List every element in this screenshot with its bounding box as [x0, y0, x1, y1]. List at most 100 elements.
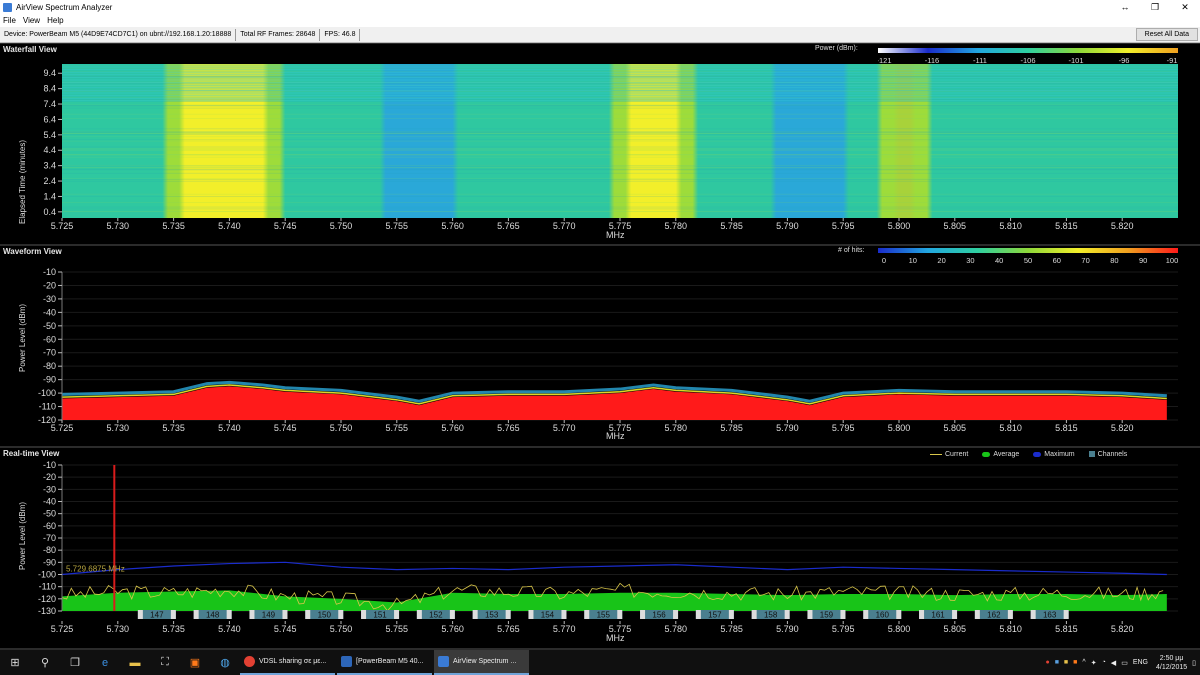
waterfall-xtick-label: 5.745 — [274, 221, 297, 231]
channel-edge — [673, 610, 679, 619]
realtime-ytick-label: -120 — [38, 594, 56, 604]
waterfall-noise-row — [62, 118, 1178, 119]
channel-edge — [394, 610, 400, 619]
tray-keyboard-icon[interactable]: ▭ — [1121, 659, 1128, 667]
realtime-xtick-label: 5.730 — [107, 624, 130, 634]
close-button[interactable]: ✕ — [1170, 0, 1200, 14]
realtime-ytick-label: -20 — [43, 472, 56, 482]
tray-expand-icon[interactable]: ^ — [1082, 659, 1085, 666]
waterfall-noise-row — [62, 149, 1178, 150]
waterfall-noise-row — [62, 172, 1178, 174]
taskbar-app-powerbeam[interactable]: [PowerBeam M5 40... — [337, 650, 432, 675]
folder-icon[interactable]: ▬ — [120, 650, 150, 675]
waveform-xtick-label: 5.790 — [776, 423, 799, 433]
clock-time: 2:50 μμ — [1159, 654, 1184, 662]
reset-all-data-button[interactable]: Reset All Data — [1135, 28, 1198, 41]
tray-network-icon[interactable]: ◔ — [1102, 659, 1106, 666]
waterfall-noise-row — [62, 132, 1178, 134]
waveform-xtick-label: 5.755 — [386, 423, 409, 433]
realtime-xtick-label: 5.805 — [944, 624, 967, 634]
waveform-ytick-label: -10 — [43, 267, 56, 277]
waterfall-noise-row — [62, 156, 1178, 158]
waterfall-xtick-label: 5.770 — [553, 221, 576, 231]
app-icon — [3, 2, 12, 12]
channel-label: 150 — [318, 611, 332, 620]
search-icon[interactable]: ⚲ — [30, 650, 60, 675]
waterfall-xtick-label: 5.755 — [386, 221, 409, 231]
restore-button[interactable]: ❐ — [1140, 0, 1170, 14]
resize-button[interactable]: ↔ — [1110, 0, 1140, 14]
tray-bluetooth-icon[interactable]: ✦ — [1091, 659, 1097, 667]
waterfall-noise-row — [62, 179, 1178, 180]
taskbar-app-airview-label: AirView Spectrum ... — [453, 658, 517, 665]
channel-label: 157 — [708, 611, 722, 620]
waveform-xtick-label: 5.780 — [665, 423, 688, 433]
taskbar-app-airview[interactable]: AirView Spectrum ... — [434, 650, 529, 675]
waterfall-noise-row — [62, 196, 1178, 197]
waterfall-noise-row — [62, 139, 1178, 141]
realtime-ytick-label: -110 — [39, 582, 56, 592]
waterfall-noise-row — [62, 105, 1178, 106]
waveform-xtick-label: 5.820 — [1111, 423, 1134, 433]
waterfall-noise-row — [62, 178, 1178, 180]
realtime-xtick-label: 5.755 — [386, 624, 409, 634]
realtime-xtick-label: 5.810 — [999, 624, 1022, 634]
menu-help[interactable]: Help — [47, 16, 63, 25]
channel-label: 161 — [931, 611, 945, 620]
waveform-ytick-label: -50 — [43, 321, 56, 331]
channel-edge — [617, 610, 623, 619]
mi-icon[interactable]: ▣ — [180, 650, 210, 675]
store-icon[interactable]: ⛶ — [150, 650, 180, 675]
tray-volume-icon[interactable]: ◀ — [1111, 659, 1116, 667]
taskbar-app-chrome[interactable]: VDSL sharing σε με... — [240, 650, 335, 675]
realtime-xtick-label: 5.740 — [218, 624, 241, 634]
channel-edge — [505, 610, 511, 619]
waterfall-x-label: MHz — [606, 230, 625, 240]
menu-view[interactable]: View — [23, 16, 40, 25]
tray-chrome-icon[interactable]: ● — [1045, 659, 1049, 666]
channel-edge — [1030, 610, 1036, 619]
waveform-ytick-label: -40 — [43, 307, 56, 317]
taskbar-app-powerbeam-label: [PowerBeam M5 40... — [356, 658, 424, 665]
task-view-icon[interactable]: ❐ — [60, 650, 90, 675]
windows-start-icon[interactable]: ⊞ — [0, 650, 30, 675]
waveform-xtick-label: 5.810 — [999, 423, 1022, 433]
menu-file[interactable]: File — [3, 16, 16, 25]
channel-edge — [728, 610, 734, 619]
tray-folder-icon[interactable]: ■ — [1064, 659, 1068, 666]
waterfall-xtick-label: 5.780 — [665, 221, 688, 231]
waterfall-ytick-label: 2.4 — [43, 176, 56, 186]
realtime-ytick-label: -50 — [43, 509, 56, 519]
waterfall-noise-row — [62, 154, 1178, 156]
waterfall-noise-row — [62, 140, 1178, 142]
notifications-icon[interactable]: ▯ — [1192, 659, 1196, 667]
network-app-icon[interactable]: ◍ — [210, 650, 240, 675]
waterfall-xtick-label: 5.785 — [720, 221, 743, 231]
tray-app-icon[interactable]: ■ — [1055, 659, 1059, 666]
waterfall-noise-row — [62, 202, 1178, 203]
channel-label: 153 — [485, 611, 499, 620]
waterfall-xtick-label: 5.810 — [999, 221, 1022, 231]
waveform-ytick-label: -60 — [43, 334, 56, 344]
channel-edge — [807, 610, 813, 619]
edge-icon[interactable]: e — [90, 650, 120, 675]
waterfall-xtick-label: 5.735 — [162, 221, 185, 231]
realtime-xtick-label: 5.765 — [497, 624, 520, 634]
waterfall-xtick-label: 5.730 — [107, 221, 130, 231]
waterfall-noise-row — [62, 148, 1178, 149]
waterfall-noise-row — [62, 169, 1178, 171]
waveform-ytick-label: -20 — [43, 280, 56, 290]
channel-edge — [528, 610, 534, 619]
waveform-xtick-label: 5.770 — [553, 423, 576, 433]
waterfall-ytick-label: 9.4 — [43, 68, 56, 78]
waveform-x-label: MHz — [606, 431, 625, 441]
language-indicator[interactable]: ENG — [1133, 659, 1148, 666]
realtime-xtick-label: 5.750 — [330, 624, 353, 634]
tray-mi-icon[interactable]: ■ — [1073, 659, 1077, 666]
waveform-plot: -10-20-30-40-50-60-70-80-90-100-110-1205… — [38, 267, 1178, 433]
clock[interactable]: 2:50 μμ 4/12/2015 — [1156, 654, 1187, 672]
channel-edge — [305, 610, 311, 619]
waveform-ytick-label: -90 — [43, 375, 56, 385]
channel-edge — [561, 610, 567, 619]
waterfall-xtick-label: 5.800 — [888, 221, 911, 231]
